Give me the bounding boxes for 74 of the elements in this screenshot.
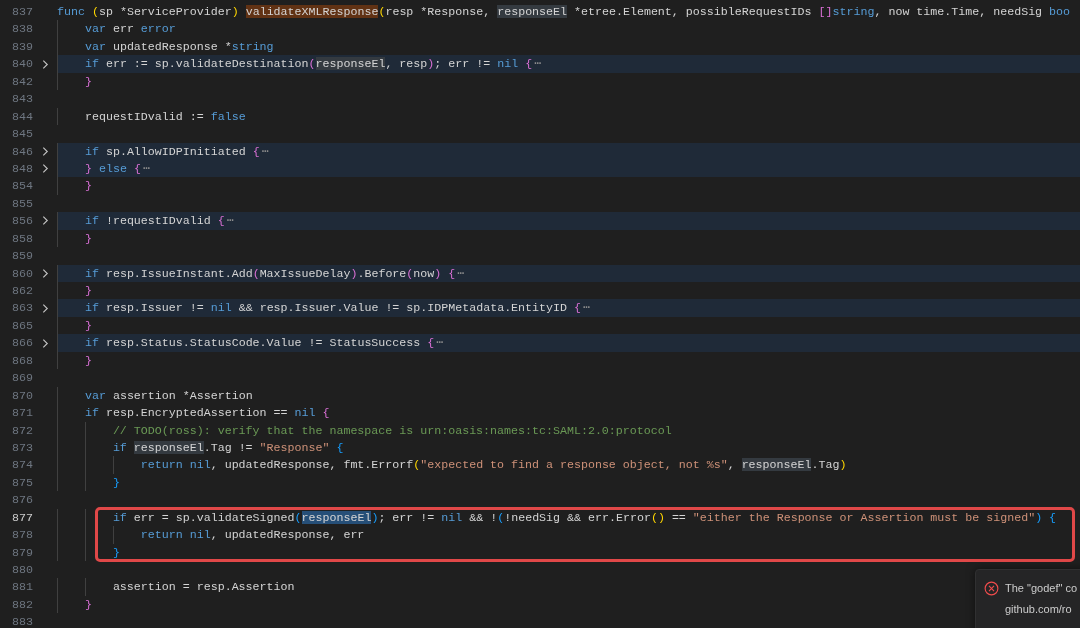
code-line: if resp.IssueInstant.Add(MaxIssueDelay).Before(now) { ⋯ xyxy=(84,265,465,282)
chevron-icon[interactable] xyxy=(41,267,49,279)
chevron-icon[interactable] xyxy=(41,302,49,314)
line-number: 858 xyxy=(11,230,33,247)
error-icon xyxy=(984,581,999,596)
line-number: 839 xyxy=(11,38,33,55)
chevron-icon[interactable] xyxy=(41,58,49,70)
code-line: } xyxy=(84,596,92,613)
code-line: } xyxy=(84,230,92,247)
code-line: if err = sp.validateSigned(responseEl); err != nil && !(!needSig && err.Error() == "either the Response or Assertion must be signed") { xyxy=(112,509,1057,526)
line-number: 876 xyxy=(11,492,33,509)
line-number: 845 xyxy=(11,126,33,143)
line-number: 872 xyxy=(11,422,33,439)
line-number: 842 xyxy=(11,73,33,90)
code-line: } xyxy=(84,317,92,334)
line-number: 883 xyxy=(11,614,33,628)
line-number: 865 xyxy=(11,317,33,334)
line-number: 838 xyxy=(11,21,33,38)
chevron-icon[interactable] xyxy=(41,163,49,175)
code-line: } else { ⋯ xyxy=(84,160,150,177)
line-number: 848 xyxy=(11,160,33,177)
line-number: 840 xyxy=(11,56,33,73)
line-number: 870 xyxy=(11,387,33,404)
line-number: 843 xyxy=(11,91,33,108)
code-line: var err error xyxy=(84,21,176,38)
line-number: 881 xyxy=(11,579,33,596)
code-line: } xyxy=(84,73,92,90)
code-line: func (sp *ServiceProvider) validateXMLResponse(resp *Response, responseEl *etree.Element, possibleRequestIDs []string, now time.Time, needSig boo xyxy=(57,4,1071,20)
line-number: 859 xyxy=(11,248,33,265)
line-number: 871 xyxy=(11,405,33,422)
code-line: var updatedResponse *string xyxy=(84,38,274,55)
code-line: if sp.AllowIDPInitiated { ⋯ xyxy=(84,143,269,160)
line-number: 863 xyxy=(11,300,33,317)
line-number: 878 xyxy=(11,527,33,544)
code-line: if resp.Status.StatusCode.Value != StatusSuccess { ⋯ xyxy=(84,335,444,352)
code-line: // TODO(ross): verify that the namespace is urn:oasis:names:tc:SAML:2.0:protocol xyxy=(112,422,672,439)
code-line: if !requestIDvalid { ⋯ xyxy=(84,213,234,230)
line-number: 846 xyxy=(11,143,33,160)
code-line: return nil, updatedResponse, err xyxy=(140,527,365,544)
line-number: 874 xyxy=(11,457,33,474)
chevron-icon[interactable] xyxy=(41,215,49,227)
line-number: 880 xyxy=(11,562,33,578)
code-line: if responseEl.Tag != "Response" { xyxy=(112,439,344,456)
notification-text: github.com/ro xyxy=(1005,602,1073,617)
code-line: } xyxy=(84,352,92,369)
line-number: 875 xyxy=(11,474,33,491)
code-line: } xyxy=(112,474,120,491)
code-line: if err := sp.validateDestination(responseEl, resp); err != nil { ⋯ xyxy=(84,56,542,73)
line-number: 862 xyxy=(11,283,33,299)
line-number: 869 xyxy=(11,370,33,387)
code-line: if resp.EncryptedAssertion == nil { xyxy=(84,405,330,422)
line-number: 837 xyxy=(11,4,33,20)
line-number: 882 xyxy=(11,596,33,613)
line-number: 855 xyxy=(11,195,33,212)
line-number: 844 xyxy=(11,108,33,125)
line-number: 860 xyxy=(11,265,33,282)
line-number: 856 xyxy=(11,213,33,230)
code-line: if resp.Issuer != nil && resp.Issuer.Value != sp.IDPMetadata.EntityID { ⋯ xyxy=(84,300,590,317)
line-number: 854 xyxy=(11,178,33,195)
code-line: } xyxy=(84,178,92,195)
code-line: } xyxy=(84,283,92,299)
code-line: return nil, updatedResponse, fmt.Errorf("expected to find a response object, not %s", responseEl.Tag) xyxy=(140,457,847,474)
line-number: 866 xyxy=(11,335,33,352)
code-line: var assertion *Assertion xyxy=(84,387,253,404)
line-number: 879 xyxy=(11,544,33,561)
code-line: requestIDvalid := false xyxy=(84,108,246,125)
chevron-icon[interactable] xyxy=(41,337,49,349)
line-number: 873 xyxy=(11,439,33,456)
notification-text: The "godef" co xyxy=(1005,581,1078,596)
code-line: assertion = resp.Assertion xyxy=(112,579,295,596)
line-number: 877 xyxy=(11,509,33,526)
line-number: 868 xyxy=(11,352,33,369)
chevron-icon[interactable] xyxy=(41,145,49,157)
code-line: } xyxy=(112,544,120,561)
